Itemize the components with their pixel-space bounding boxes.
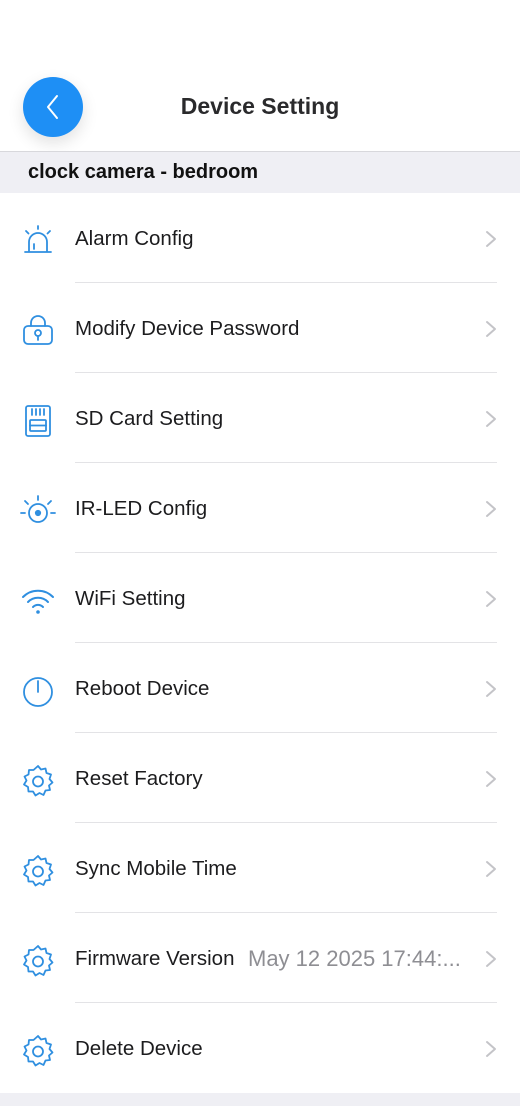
settings-list: Alarm Config Modify Device Password SD C… xyxy=(0,193,520,1093)
chevron-right-icon xyxy=(486,771,496,787)
wifi-icon xyxy=(22,589,54,614)
delete-device-row[interactable]: Delete Device xyxy=(0,1003,520,1093)
device-name: clock camera - bedroom xyxy=(28,161,259,183)
wifi-row[interactable]: WiFi Setting xyxy=(0,553,520,643)
chevron-right-icon xyxy=(486,951,496,967)
sync-time-label: Sync Mobile Time xyxy=(75,857,237,880)
chevron-right-icon xyxy=(486,501,496,517)
gear-icon xyxy=(23,945,54,977)
chevron-right-icon xyxy=(486,861,496,877)
device-section-header: clock camera - bedroom xyxy=(0,151,520,193)
chevron-right-icon xyxy=(486,1041,496,1057)
gear-icon xyxy=(23,1035,54,1067)
gear-icon xyxy=(23,855,54,887)
alarm-light-icon xyxy=(24,225,52,253)
modify-password-row[interactable]: Modify Device Password xyxy=(0,283,520,373)
ir-led-label: IR-LED Config xyxy=(75,497,208,520)
firmware-version-row[interactable]: Firmware Version May 12 2025 17:44:... xyxy=(0,913,520,1003)
power-icon xyxy=(23,677,53,707)
modify-password-label: Modify Device Password xyxy=(75,317,300,340)
sd-card-row[interactable]: SD Card Setting xyxy=(0,373,520,463)
reset-factory-label: Reset Factory xyxy=(75,767,203,790)
chevron-right-icon xyxy=(486,591,496,607)
gear-icon xyxy=(23,765,54,797)
reset-factory-row[interactable]: Reset Factory xyxy=(0,733,520,823)
alarm-config-row[interactable]: Alarm Config xyxy=(0,193,520,283)
alarm-config-label: Alarm Config xyxy=(75,227,194,250)
navigation-header: Device Setting xyxy=(0,0,520,151)
reboot-row[interactable]: Reboot Device xyxy=(0,643,520,733)
chevron-right-icon xyxy=(486,411,496,427)
delete-device-label: Delete Device xyxy=(75,1037,203,1060)
page-title: Device Setting xyxy=(180,93,340,119)
led-light-icon xyxy=(20,495,56,523)
sd-card-label: SD Card Setting xyxy=(75,407,224,430)
sync-time-row[interactable]: Sync Mobile Time xyxy=(0,823,520,913)
ir-led-row[interactable]: IR-LED Config xyxy=(0,463,520,553)
wifi-label: WiFi Setting xyxy=(75,587,186,610)
firmware-version-value: May 12 2025 17:44:... xyxy=(248,946,461,971)
bottom-section-bar xyxy=(0,1093,520,1106)
sd-card-icon xyxy=(25,405,51,437)
chevron-right-icon xyxy=(486,681,496,697)
lock-icon xyxy=(23,315,53,345)
chevron-right-icon xyxy=(486,231,496,247)
chevron-right-icon xyxy=(486,321,496,337)
firmware-version-label: Firmware Version xyxy=(75,947,235,970)
reboot-label: Reboot Device xyxy=(75,677,210,700)
